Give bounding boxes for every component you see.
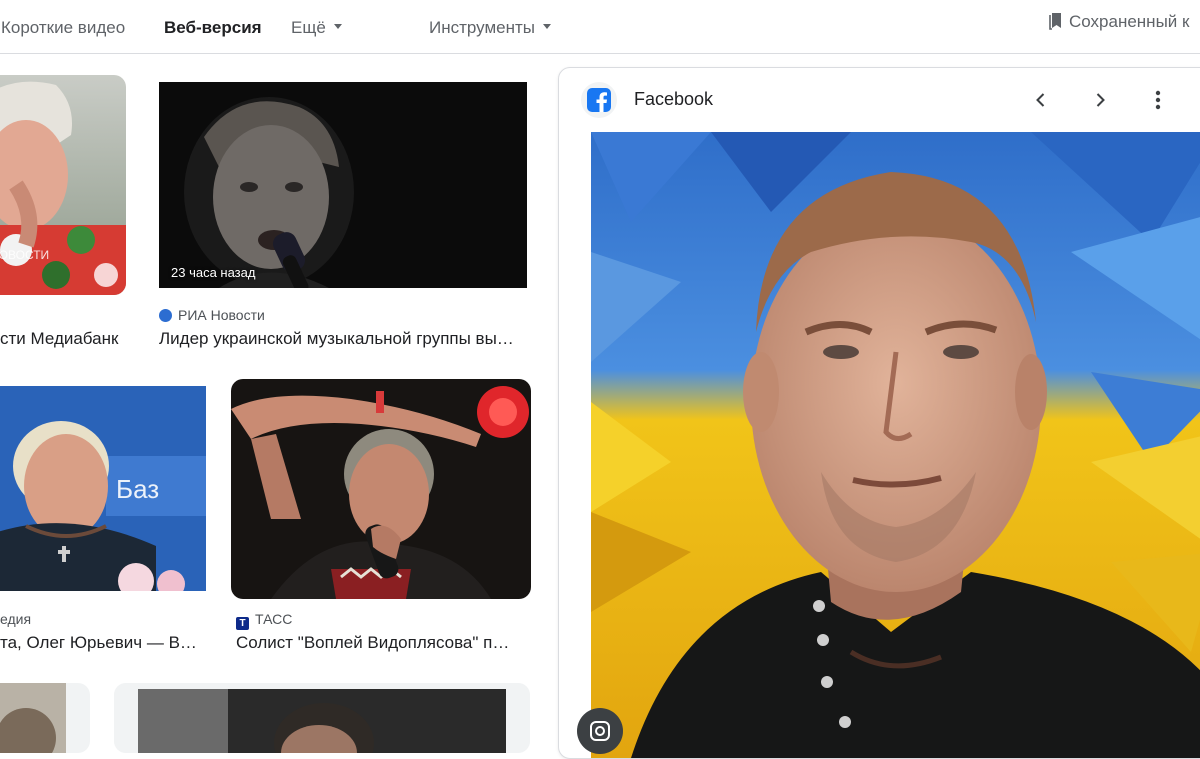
chevron-down-icon [543,24,552,30]
bookmark-icon [1049,13,1061,30]
tab-more[interactable]: Ещё [291,17,342,39]
lens-search-button[interactable] [577,708,623,754]
preview-image[interactable] [591,132,1200,758]
chevron-right-icon [1096,93,1105,107]
next-button[interactable] [1086,86,1114,114]
result-title[interactable]: сти Медиабанк [0,328,130,350]
ria-logo-icon [159,309,172,322]
chevron-left-icon [1036,93,1045,107]
result-image[interactable]: Баз [0,386,206,591]
tab-short-video[interactable]: Короткие видео [1,17,125,39]
result-title[interactable]: Солист "Воплей Видоплясова" п… [236,632,526,654]
lens-icon [590,721,610,741]
preview-source-title[interactable]: Facebook [634,89,713,110]
top-navigation: Короткие видео Веб-версия Ещё Инструмент… [0,0,1200,54]
chevron-down-icon [333,24,342,30]
saved-button[interactable]: Сохраненный к [1049,11,1189,33]
preview-header: Facebook [559,68,1200,132]
result-source[interactable]: едия [0,610,31,628]
result-image[interactable]: НОВОСТИ [0,75,126,295]
source-logo[interactable] [581,82,617,118]
tass-logo-icon: T [236,617,249,630]
time-badge: 23 часа назад [171,265,256,280]
tab-web[interactable]: Веб-версия [164,17,262,39]
more-vert-icon [1155,90,1161,110]
result-image[interactable] [0,683,90,753]
result-source[interactable]: РИА Новости [159,306,265,324]
result-image[interactable]: 23 часа назад [159,82,527,288]
result-image[interactable] [231,379,531,599]
tools-menu[interactable]: Инструменты [429,17,552,39]
result-title[interactable]: та, Олег Юрьевич — В… [0,632,205,654]
result-source[interactable]: T ТАСС [236,610,292,630]
svg-text:НОВОСТИ: НОВОСТИ [0,248,49,262]
more-options-button[interactable] [1144,86,1172,114]
prev-button[interactable] [1027,86,1055,114]
facebook-icon [587,88,611,112]
preview-panel: Facebook [558,67,1200,759]
result-title[interactable]: Лидер украинской музыкальной группы вы… [159,328,529,350]
result-image[interactable] [114,683,530,753]
svg-text:Баз: Баз [116,474,159,504]
